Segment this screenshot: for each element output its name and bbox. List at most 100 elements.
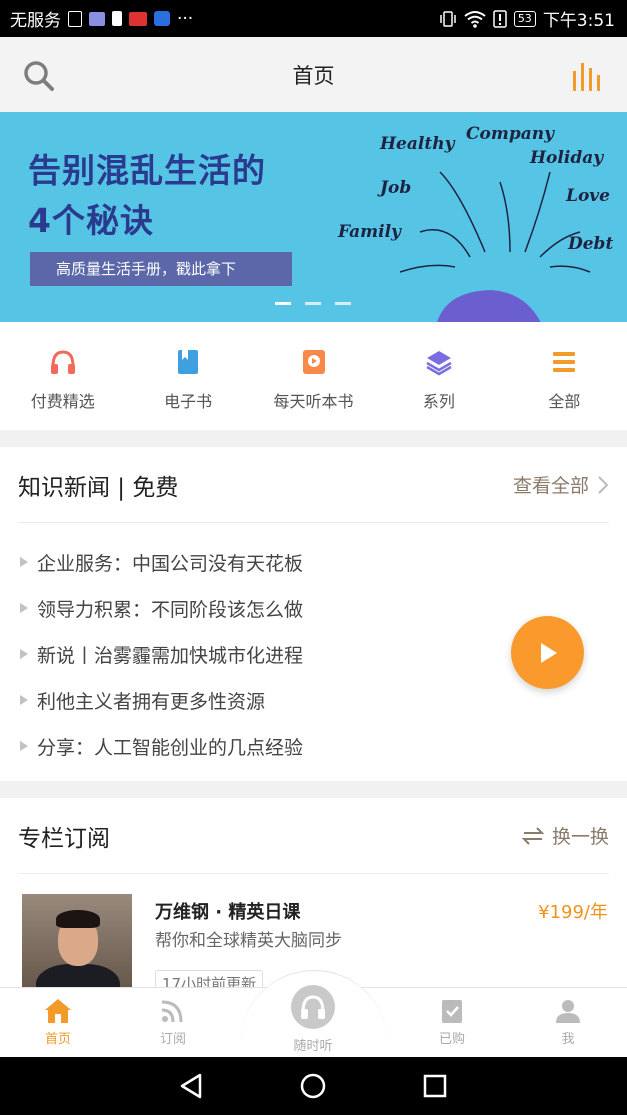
page-title: 首页	[292, 63, 335, 88]
bullet-triangle-icon	[20, 695, 28, 705]
tab-home[interactable]: 首页	[18, 998, 98, 1047]
banner-word-holiday: Holiday	[530, 148, 604, 168]
app-notification-icon	[89, 11, 105, 26]
warning-icon	[112, 11, 122, 26]
column-name: 万维钢 · 精英日课	[155, 902, 301, 923]
category-label: 每天听本书	[273, 392, 354, 411]
promo-banner[interactable]: 告别混乱生活的 4个秘诀 高质量生活手册，戳此拿下 Healthy Compan…	[0, 112, 627, 322]
banner-word-family: Family	[338, 222, 401, 242]
brain-lines	[400, 171, 591, 273]
view-all-link[interactable]: 查看全部	[513, 471, 609, 498]
tab-label: 首页	[44, 1032, 71, 1047]
play-news-button[interactable]	[511, 616, 584, 689]
banner-word-job: Job	[380, 178, 412, 198]
back-icon[interactable]	[178, 1073, 204, 1099]
headphones-icon	[301, 995, 325, 1019]
banner-word-love: Love	[566, 186, 610, 206]
tab-label: 已购	[438, 1032, 465, 1047]
news-item-text: 企业服务：中国公司没有天花板	[37, 552, 304, 575]
refresh-label: 换一换	[551, 826, 609, 848]
audio-bars-icon[interactable]	[571, 59, 605, 93]
news-title: 知识新闻 | 免费	[18, 474, 179, 501]
news-list: 企业服务：中国公司没有天花板 领导力积累：不同阶段该怎么做 新说丨治雾霾需加快城…	[20, 539, 303, 769]
play-book-icon	[302, 350, 325, 374]
listen-button-circle	[291, 985, 335, 1029]
status-bar-left: 无服务 ···	[10, 6, 194, 32]
rss-icon	[161, 1000, 183, 1023]
banner-word-company: Company	[466, 124, 554, 144]
category-label: 付费精选	[30, 392, 95, 411]
search-icon[interactable]	[22, 59, 56, 93]
column-desc: 帮你和全球精英大脑同步	[155, 931, 342, 951]
category-daily-book[interactable]: 每天听本书	[251, 322, 376, 430]
more-notifications-label: ···	[177, 8, 194, 29]
category-row: 付费精选 电子书 每天听本书 系列 全部	[0, 322, 627, 430]
view-all-label: 查看全部	[512, 475, 589, 497]
news-header: 知识新闻 | 免费 查看全部	[18, 447, 609, 523]
category-paid-selection[interactable]: 付费精选	[0, 322, 125, 430]
tab-label: 我	[561, 1032, 575, 1047]
news-section: 知识新闻 | 免费 查看全部 企业服务：中国公司没有天花板 领导力积累：不同阶段…	[0, 447, 627, 781]
columns-header: 专栏订阅 换一换	[18, 798, 609, 874]
home-icon	[45, 999, 71, 1023]
clipboard-check-icon	[442, 1000, 462, 1023]
status-bar-right: 53 下午3:51	[439, 6, 615, 31]
status-bar: 无服务 ··· 53 下午3:51	[0, 0, 627, 37]
news-item-text: 分享：人工智能创业的几点经验	[37, 736, 304, 759]
book-icon	[178, 350, 199, 374]
home-nav-icon[interactable]	[300, 1073, 326, 1099]
chevron-right-icon	[598, 475, 609, 494]
recent-apps-icon[interactable]	[423, 1074, 447, 1098]
news-item-text: 新说丨治雾霾需加快城市化进程	[37, 644, 304, 667]
banner-headline: 告别混乱生活的 4个秘诀	[28, 146, 266, 246]
banner-word-debt: Debt	[568, 234, 614, 254]
category-label: 系列	[422, 392, 455, 411]
news-item[interactable]: 企业服务：中国公司没有天花板	[20, 539, 303, 585]
bullet-triangle-icon	[20, 741, 28, 751]
play-icon	[540, 642, 557, 663]
baidu-icon	[154, 11, 170, 26]
sim-alert-icon	[493, 9, 507, 28]
tab-listen-anytime[interactable]: 随时听	[273, 985, 353, 1054]
tab-label: 订阅	[159, 1032, 186, 1047]
news-item[interactable]: 新说丨治雾霾需加快城市化进程	[20, 631, 303, 677]
news-item[interactable]: 领导力积累：不同阶段该怎么做	[20, 585, 303, 631]
tab-purchased[interactable]: 已购	[412, 998, 492, 1047]
battery-indicator: 53	[513, 10, 536, 27]
category-ebook[interactable]: 电子书	[125, 322, 250, 430]
top-header: 首页	[0, 37, 627, 112]
banner-headline-line2: 4个秘诀	[28, 201, 154, 240]
layers-icon	[426, 351, 452, 376]
carrier-label: 无服务	[10, 11, 61, 31]
avatar-hair	[56, 910, 100, 928]
bullet-triangle-icon	[20, 649, 28, 659]
banner-cta[interactable]: 高质量生活手册，戳此拿下	[30, 252, 292, 286]
banner-headline-line1: 告别混乱生活的	[28, 151, 266, 190]
news-item[interactable]: 分享：人工智能创业的几点经验	[20, 723, 303, 769]
tab-me[interactable]: 我	[528, 998, 608, 1047]
clock: 下午3:51	[542, 11, 615, 31]
banner-word-healthy: Healthy	[380, 134, 455, 154]
tab-subscribe[interactable]: 订阅	[133, 998, 213, 1047]
bullet-triangle-icon	[20, 603, 28, 613]
category-series[interactable]: 系列	[376, 322, 501, 430]
user-icon	[556, 1000, 580, 1023]
headphones-icon	[50, 350, 75, 374]
swap-icon	[521, 826, 544, 845]
banner-page-indicator-3[interactable]	[335, 302, 351, 305]
menu-icon	[553, 352, 576, 372]
news-item-text: 领导力积累：不同阶段该怎么做	[37, 598, 304, 621]
news-item[interactable]: 利他主义者拥有更多性资源	[20, 677, 303, 723]
category-all[interactable]: 全部	[502, 322, 627, 430]
columns-title: 专栏订阅	[18, 825, 110, 852]
tab-label: 随时听	[293, 1039, 333, 1054]
news-app-icon	[129, 11, 147, 26]
banner-page-indicator-2[interactable]	[305, 302, 321, 305]
vibrate-icon	[440, 10, 456, 27]
column-price: ¥199/年	[538, 902, 608, 923]
news-item-text: 利他主义者拥有更多性资源	[37, 690, 266, 713]
upload-icon	[68, 10, 82, 27]
banner-page-indicator-1[interactable]	[275, 302, 291, 305]
system-nav-bar	[0, 1057, 627, 1115]
refresh-button[interactable]: 换一换	[521, 822, 609, 849]
